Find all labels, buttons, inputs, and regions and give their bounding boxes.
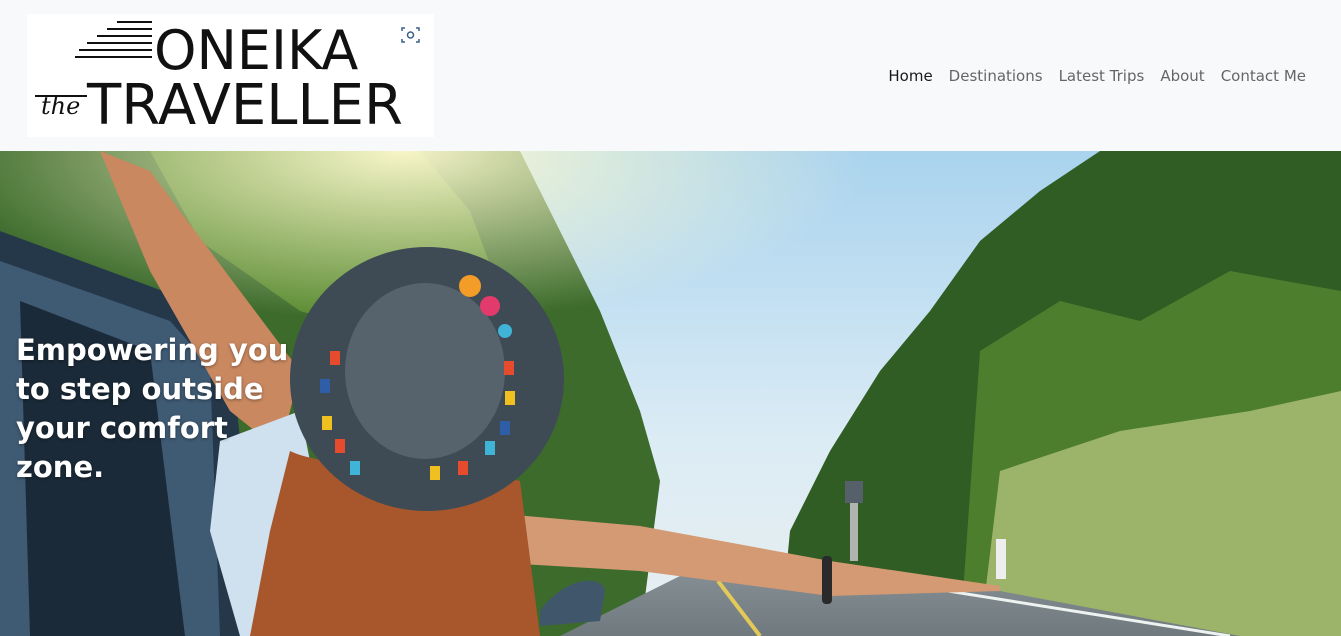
navbar: ONEIKA the TRAVELLER Home Destinations L… bbox=[0, 0, 1341, 151]
nav-contact-me[interactable]: Contact Me bbox=[1213, 66, 1314, 86]
nav-about[interactable]: About bbox=[1152, 66, 1212, 86]
nav-home[interactable]: Home bbox=[880, 66, 940, 86]
hero-banner: Empowering you to step outside your comf… bbox=[0, 151, 1341, 636]
logo-line2: TRAVELLER bbox=[86, 73, 403, 137]
main-nav: Home Destinations Latest Trips About Con… bbox=[880, 66, 1314, 86]
site-logo[interactable]: ONEIKA the TRAVELLER bbox=[27, 14, 434, 137]
hero-headline: Empowering you to step outside your comf… bbox=[16, 333, 289, 484]
nav-latest-trips[interactable]: Latest Trips bbox=[1051, 66, 1153, 86]
nav-destinations[interactable]: Destinations bbox=[941, 66, 1051, 86]
